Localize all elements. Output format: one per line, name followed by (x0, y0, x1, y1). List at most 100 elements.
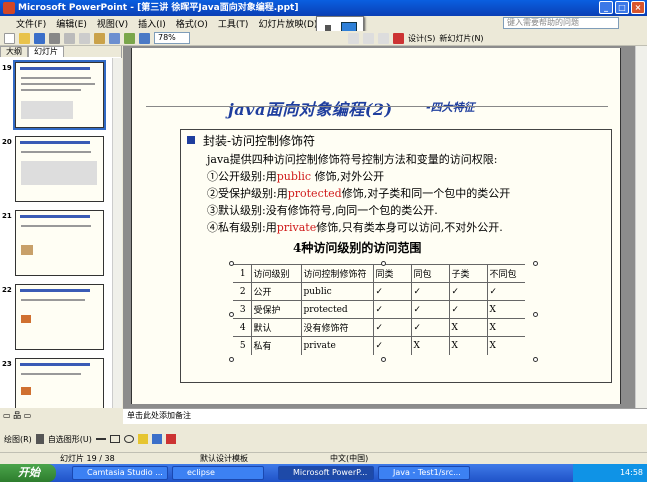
bullet-icon (187, 136, 195, 144)
italic-icon[interactable] (363, 32, 374, 44)
standard-toolbar: 78% 设计(S) 新幻灯片(N) (0, 31, 647, 46)
slide-canvas[interactable]: java面向对象编程(2) -四大特征 封装-访问控制修饰符 java提供四种访… (131, 48, 621, 404)
table-cell: 访问级别 (250, 264, 301, 283)
resize-handle[interactable] (533, 357, 538, 362)
thumbnail-slide[interactable] (15, 358, 104, 408)
table-cell: 公开 (250, 282, 301, 301)
table-cell: ✓ (410, 300, 449, 319)
table-cell: public (300, 282, 373, 301)
line-icon[interactable] (95, 438, 106, 440)
oval-icon[interactable] (123, 435, 134, 443)
resize-handle[interactable] (229, 261, 234, 266)
panel-scrollbar[interactable] (112, 58, 122, 408)
print-icon[interactable] (49, 32, 60, 44)
menu-edit[interactable]: 编辑(E) (56, 17, 87, 30)
help-search-input[interactable]: 键入需要帮助的问题 (503, 17, 619, 29)
thumbnail-item[interactable]: 20 (0, 136, 112, 206)
zoom-select[interactable]: 78% (154, 32, 190, 44)
status-bar: 幻灯片 19 / 38 默认设计模板 中文(中国) (0, 452, 647, 464)
cut-icon[interactable] (64, 32, 75, 44)
design-button[interactable]: 设计(S) (408, 33, 435, 44)
resize-handle[interactable] (229, 357, 234, 362)
thumbnail-number: 22 (2, 286, 12, 294)
thumbnail-number: 20 (2, 138, 12, 146)
slide-title[interactable]: java面向对象编程(2) (228, 96, 393, 120)
task-powerpoint[interactable]: Microsoft PowerP... (278, 466, 374, 480)
line-color-icon[interactable] (151, 434, 162, 444)
rectangle-icon[interactable] (109, 435, 120, 443)
menu-view[interactable]: 视图(V) (97, 17, 128, 30)
maximize-button[interactable]: □ (615, 1, 629, 14)
table-row: 3 受保护 protected ✓ ✓ ✓ X (233, 300, 525, 319)
content-line: ④私有级别:用private修饰,只有类本身可以访问,不对外公开. (207, 221, 503, 234)
menu-tools[interactable]: 工具(T) (218, 17, 249, 30)
notes-pane[interactable]: 单击此处添加备注 (123, 408, 647, 424)
thumbnail-slide[interactable] (15, 136, 104, 202)
bold-icon[interactable] (348, 32, 359, 44)
resize-handle[interactable] (533, 261, 538, 266)
thumbnail-slide[interactable] (15, 210, 104, 276)
task-camtasia[interactable]: Camtasia Studio ... (72, 466, 168, 480)
content-textbox[interactable]: 封装-访问控制修饰符 java提供四种访问控制修饰符号控制方法和变量的访问权限:… (180, 129, 612, 383)
menu-slideshow[interactable]: 幻灯片放映(D) (258, 17, 317, 30)
thumbnail-item[interactable]: 23 (0, 358, 112, 408)
menu-file[interactable]: 文件(F) (16, 17, 46, 30)
table-row: 4 默认 没有修饰符 ✓ ✓ X X (233, 318, 525, 337)
close-button[interactable]: × (631, 1, 645, 14)
minimize-button[interactable]: _ (599, 1, 613, 14)
table-cell: 默认 (250, 318, 301, 337)
slide-subtitle[interactable]: -四大特征 (426, 99, 475, 115)
font-color-icon[interactable] (393, 32, 404, 44)
align-icon[interactable] (378, 32, 389, 44)
insert-chart-icon[interactable] (124, 32, 135, 44)
open-icon[interactable] (19, 32, 30, 44)
table-cell: 2 (233, 282, 252, 301)
task-eclipse[interactable]: eclipse (172, 466, 264, 480)
table-cell: ✓ (410, 282, 449, 301)
content-heading: 封装-访问控制修饰符 (203, 134, 316, 148)
table-cell: ✓ (372, 282, 411, 301)
thumbnail-slide[interactable] (13, 60, 106, 130)
slides-panel: 大纲 幻灯片 19 20 21 22 23 (0, 46, 122, 408)
new-slide-button[interactable]: 新幻灯片(N) (439, 33, 483, 44)
table-cell: X (486, 318, 525, 337)
title-divider (146, 106, 608, 107)
slide-scrollbar[interactable] (635, 46, 647, 408)
window-title: Microsoft PowerPoint - [第三讲 徐晖平Java面向对象编… (18, 3, 299, 13)
task-java[interactable]: Java - Test1/src... (378, 466, 470, 480)
menu-insert[interactable]: 插入(I) (138, 17, 166, 30)
copy-icon[interactable] (79, 32, 90, 44)
resize-handle[interactable] (381, 261, 386, 266)
thumbnail-slide[interactable] (15, 284, 104, 350)
menu-format[interactable]: 格式(O) (176, 17, 208, 30)
table-row: 5 私有 private ✓ X X X (233, 336, 525, 355)
table-cell: ✓ (372, 300, 411, 319)
thumbnail-number: 19 (2, 64, 12, 72)
table-cell: 受保护 (250, 300, 301, 319)
select-pointer-icon[interactable] (35, 434, 44, 444)
table-row: 2 公开 public ✓ ✓ ✓ ✓ (233, 282, 525, 301)
thumbnail-item[interactable]: 22 (0, 284, 112, 354)
resize-handle[interactable] (381, 357, 386, 362)
thumbnail-item[interactable]: 21 (0, 210, 112, 280)
paste-icon[interactable] (94, 32, 105, 44)
view-buttons[interactable]: ▭ 品 ▭ (0, 408, 122, 424)
thumbnail-item[interactable]: 19 (0, 60, 112, 132)
font-color-draw-icon[interactable] (165, 434, 176, 444)
tab-outline[interactable]: 大纲 (0, 46, 28, 57)
new-icon[interactable] (4, 32, 15, 44)
undo-icon[interactable] (109, 32, 120, 44)
start-button[interactable]: 开始 (0, 464, 56, 482)
content-line: java提供四种访问控制修饰符号控制方法和变量的访问权限: (207, 153, 498, 166)
resize-handle[interactable] (533, 312, 538, 317)
access-level-table[interactable]: 1 访问级别 访问控制修饰符 同类 同包 子类 不同包 2 公开 public ✓ ✓ ✓ ✓ 3 受保护 pr… (233, 264, 525, 355)
autoshapes-menu[interactable]: 自选图形(U) (48, 434, 92, 445)
table-cell: 1 (233, 264, 252, 283)
fill-color-icon[interactable] (137, 434, 148, 444)
insert-table-icon[interactable] (139, 32, 150, 44)
draw-menu[interactable]: 绘图(R) (4, 434, 32, 445)
table-cell: private (300, 336, 373, 355)
save-icon[interactable] (34, 32, 45, 44)
resize-handle[interactable] (229, 312, 234, 317)
tab-slides[interactable]: 幻灯片 (28, 46, 64, 57)
